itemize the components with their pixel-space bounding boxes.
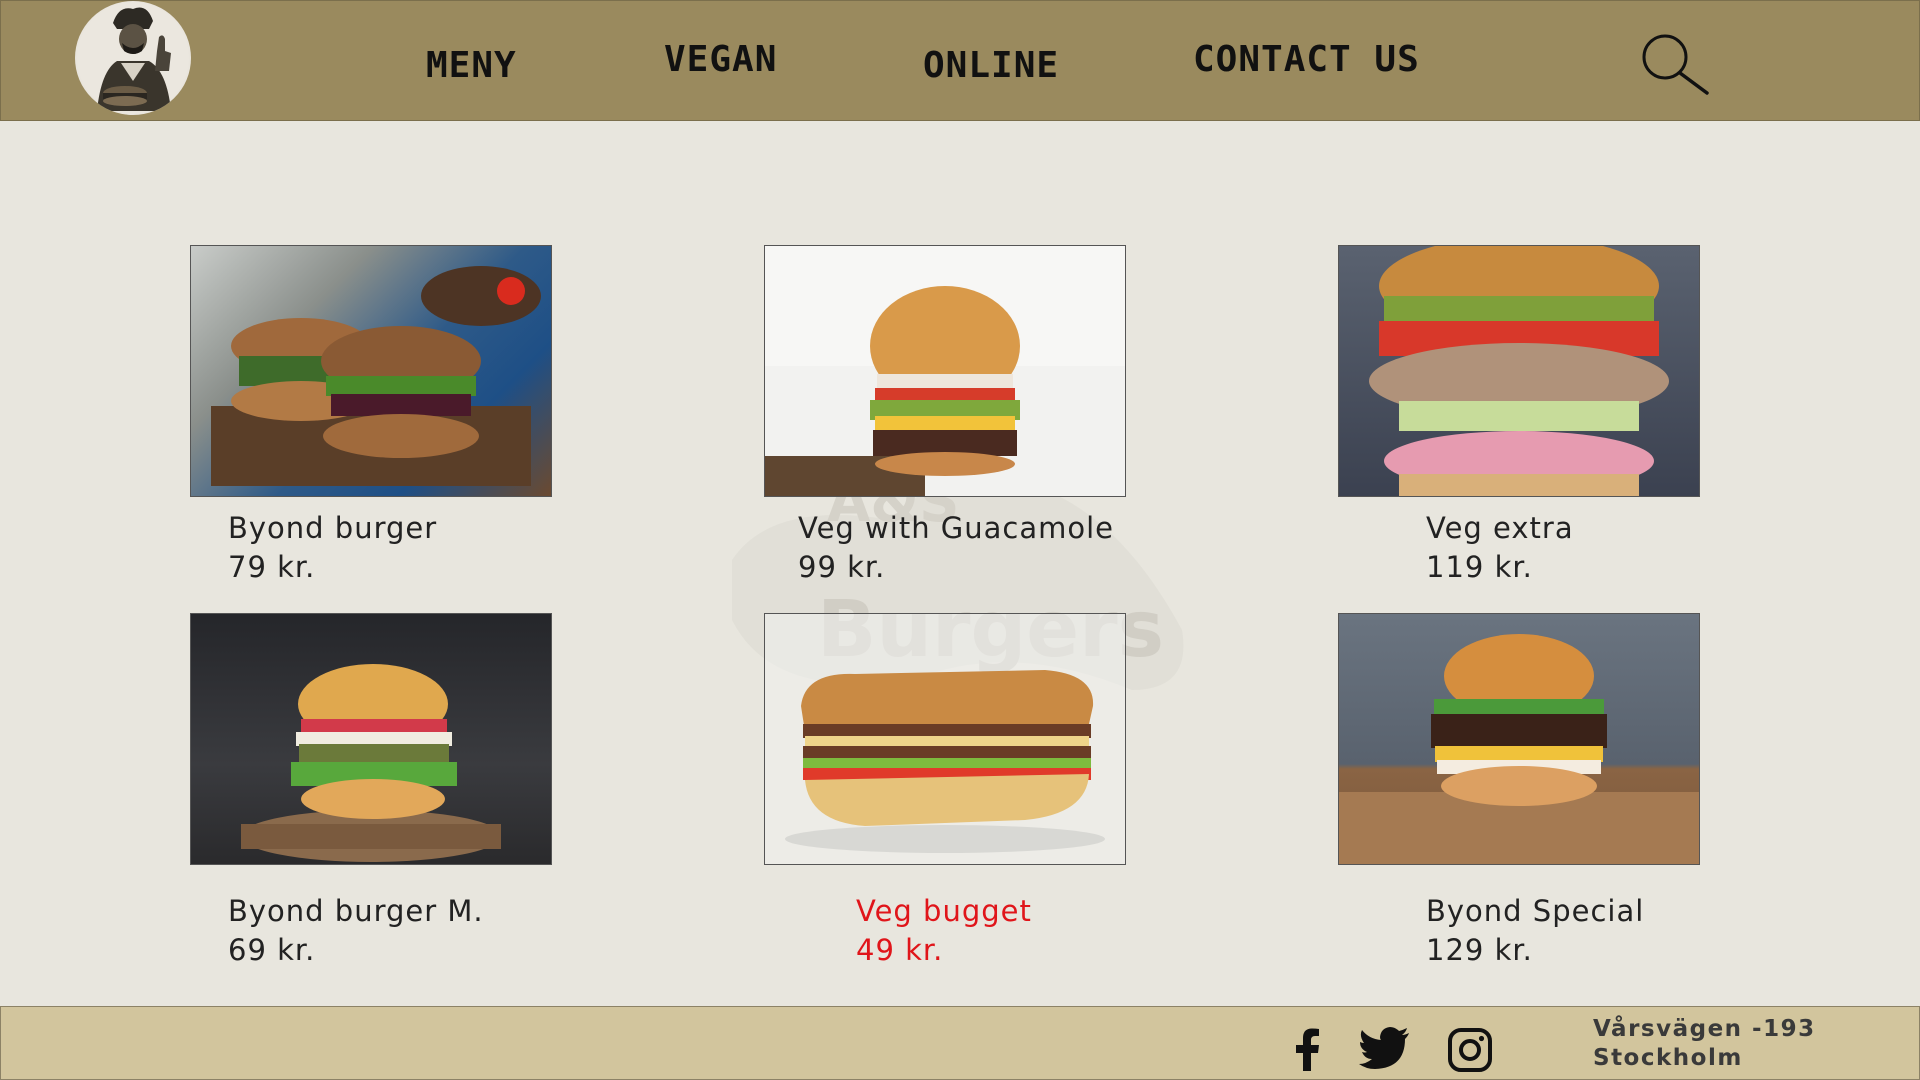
product-name[interactable]: Veg with Guacamole [798,511,1114,545]
nav-meny[interactable]: MENY [426,45,517,86]
product-name[interactable]: Byond Special [1426,894,1644,928]
product-image[interactable] [190,245,552,497]
address-city: Stockholm [1593,1045,1743,1071]
footer: Vårsvägen -193 Stockholm [0,1006,1920,1080]
nav-vegan[interactable]: VEGAN [664,39,777,80]
instagram-link[interactable] [1447,1027,1493,1073]
logo[interactable] [75,1,191,115]
address: Vårsvägen -193 Stockholm [1593,1015,1816,1073]
search-icon [1642,34,1709,95]
facebook-link[interactable] [1285,1027,1331,1073]
product-price: 129 kr. [1426,933,1533,967]
chef-logo-icon [77,2,189,114]
address-street: Vårsvägen -193 [1593,1016,1816,1042]
product-image[interactable] [190,613,552,865]
page: MENY VEGAN ONLINE CONTACT US A&S Burgers [0,0,1920,1080]
nav-online[interactable]: ONLINE [923,45,1059,86]
burger-image [765,246,1125,496]
product-price: 119 kr. [1426,550,1533,584]
product-image[interactable] [1338,613,1700,865]
sandwich-image [785,670,1105,853]
product-price: 79 kr. [228,550,316,584]
twitter-icon [1359,1027,1409,1069]
twitter-link[interactable] [1359,1027,1409,1073]
product-image[interactable] [1338,245,1700,497]
product-name[interactable]: Veg extra [1426,511,1574,545]
burger-image [211,266,541,486]
instagram-icon [1448,1028,1492,1072]
product-image[interactable] [764,613,1126,865]
nav-contact-us[interactable]: CONTACT US [1193,39,1420,80]
product-name[interactable]: Byond burger M. [228,894,484,928]
product-price: 49 kr. [856,933,944,967]
product-image[interactable] [764,245,1126,497]
product-price: 99 kr. [798,550,886,584]
header: MENY VEGAN ONLINE CONTACT US [0,0,1920,121]
burger-image [241,664,501,862]
search-button[interactable] [1637,31,1711,99]
product-name[interactable]: Veg bugget [856,894,1032,928]
product-name[interactable]: Byond burger [228,511,437,545]
burger-image [1369,246,1669,496]
facebook-icon [1296,1028,1319,1071]
product-price: 69 kr. [228,933,316,967]
burger-image [1339,634,1699,864]
